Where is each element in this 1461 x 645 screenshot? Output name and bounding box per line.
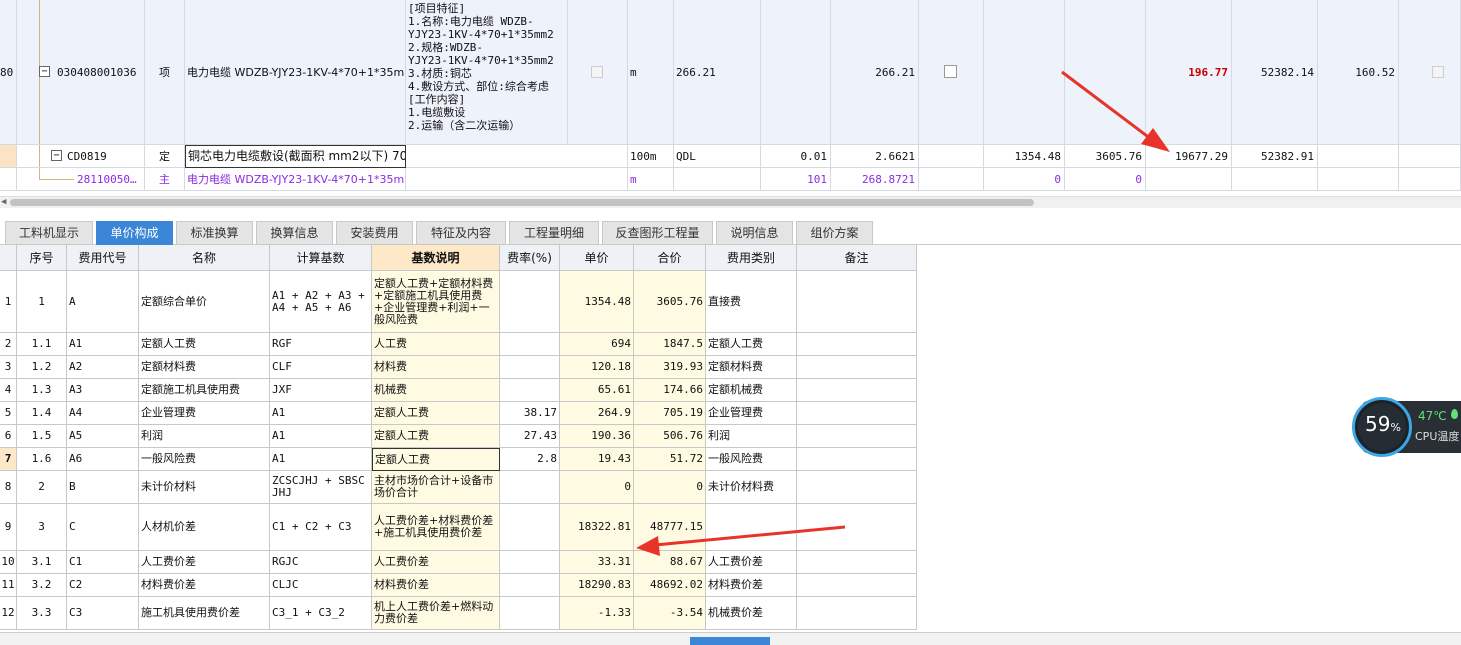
arrow-to-quota-price xyxy=(1061,70,1170,152)
arrow-to-c-price xyxy=(636,525,846,556)
annotation-arrows xyxy=(636,70,1170,556)
